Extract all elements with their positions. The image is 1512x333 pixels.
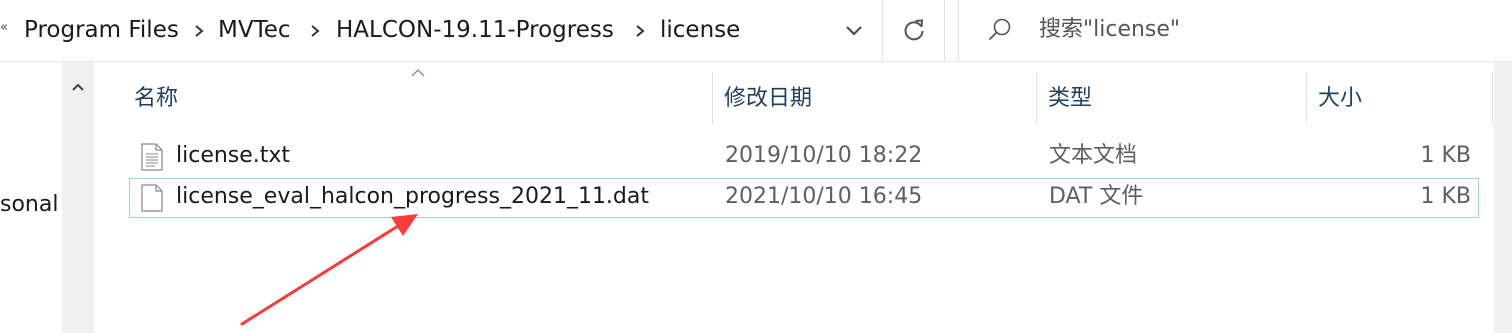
file-date: 2021/10/10 16:45 xyxy=(725,184,923,209)
nav-scrollbar[interactable] xyxy=(62,62,94,333)
column-header-name[interactable]: 名称 xyxy=(134,84,178,114)
file-row-selected[interactable]: license_eval_halcon_progress_2021_11.dat… xyxy=(129,178,1479,218)
column-header-size[interactable]: 大小 xyxy=(1318,84,1362,114)
file-name[interactable]: license.txt xyxy=(176,141,290,171)
blank-file-icon xyxy=(141,184,163,212)
breadcrumb-license[interactable]: license xyxy=(660,15,740,45)
chevron-right-icon[interactable] xyxy=(634,25,646,37)
file-size: 1 KB xyxy=(1420,184,1471,209)
scroll-up-icon[interactable] xyxy=(71,82,85,92)
column-header-row: 名称 修改日期 类型 大小 xyxy=(94,72,1494,124)
column-divider[interactable] xyxy=(1036,72,1037,124)
refresh-button[interactable] xyxy=(884,0,945,61)
breadcrumb-mvtec[interactable]: MVTec xyxy=(218,15,291,45)
search-icon xyxy=(988,18,1011,41)
chevron-right-icon[interactable] xyxy=(193,25,205,37)
file-type: DAT 文件 xyxy=(1049,184,1144,209)
column-header-type[interactable]: 类型 xyxy=(1048,84,1092,114)
text-file-icon xyxy=(141,143,163,171)
toolbar-divider xyxy=(0,61,1512,62)
breadcrumb-program-files[interactable]: Program Files xyxy=(24,15,179,45)
navigation-pane[interactable]: sonal xyxy=(0,62,62,333)
chevron-right-icon[interactable] xyxy=(309,25,321,37)
search-box[interactable]: 搜索"license" xyxy=(958,0,1512,61)
file-size: 1 KB xyxy=(1420,143,1471,168)
column-divider[interactable] xyxy=(1306,72,1307,124)
file-type: 文本文档 xyxy=(1049,143,1138,168)
refresh-icon xyxy=(904,19,924,41)
file-row[interactable]: license.txt 2019/10/10 18:22 文本文档 1 KB xyxy=(129,137,1479,177)
nav-item-personal[interactable]: sonal xyxy=(0,192,58,217)
search-input[interactable]: 搜索"license" xyxy=(1039,15,1180,45)
address-bar[interactable]: « Program Files MVTec HALCON-19.11-Progr… xyxy=(0,0,883,61)
breadcrumb-overflow-icon[interactable]: « xyxy=(0,20,8,35)
chevron-down-icon[interactable] xyxy=(838,18,870,44)
file-date: 2019/10/10 18:22 xyxy=(725,143,923,168)
column-divider[interactable] xyxy=(1492,72,1493,124)
column-divider[interactable] xyxy=(712,72,713,124)
file-name[interactable]: license_eval_halcon_progress_2021_11.dat xyxy=(176,182,649,212)
content-scrollbar[interactable] xyxy=(1494,62,1512,333)
breadcrumb-halcon[interactable]: HALCON-19.11-Progress xyxy=(336,15,614,45)
column-header-date[interactable]: 修改日期 xyxy=(724,84,812,114)
